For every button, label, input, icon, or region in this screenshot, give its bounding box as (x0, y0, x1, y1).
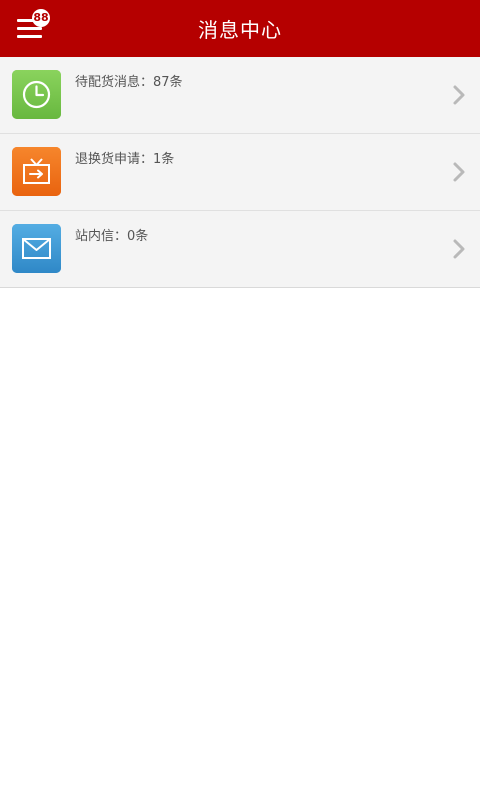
list-item-label: 待配货消息：87条 (75, 75, 183, 90)
page-title: 消息中心 (198, 18, 282, 42)
list-item-pending-shipment[interactable]: 待配货消息：87条 (0, 57, 480, 133)
list-item-label: 站内信：0条 (75, 229, 149, 244)
chevron-right-icon (452, 238, 466, 260)
chevron-right-icon (452, 84, 466, 106)
list-item-site-messages[interactable]: 站内信：0条 (0, 210, 480, 287)
list-item-return-request[interactable]: 退换货申请：1条 (0, 133, 480, 210)
envelope-icon (12, 224, 61, 273)
chevron-right-icon (452, 161, 466, 183)
clock-icon (12, 70, 61, 119)
message-list: 待配货消息：87条 退换货申请：1条 站内信：0条 (0, 57, 480, 288)
return-box-icon (12, 147, 61, 196)
app-header: 88 消息中心 (0, 0, 480, 57)
list-item-label: 退换货申请：1条 (75, 152, 175, 167)
